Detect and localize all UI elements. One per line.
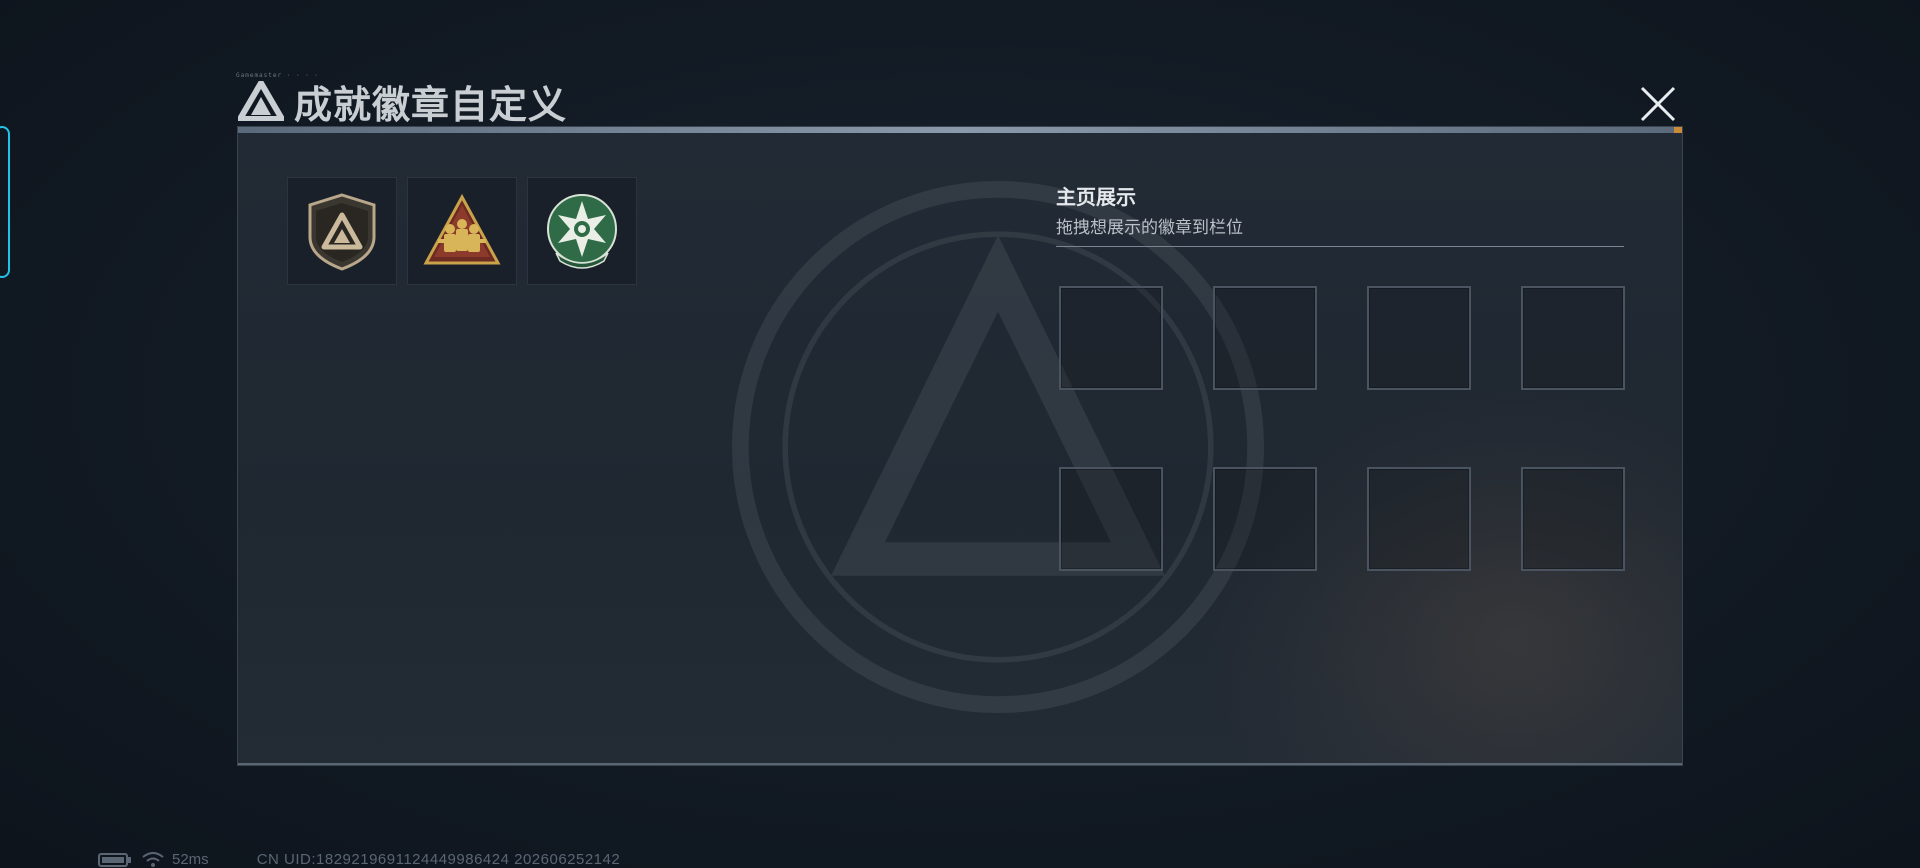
- green-star-icon: [547, 194, 617, 269]
- showcase-slot[interactable]: [1367, 467, 1471, 571]
- side-tab-indicator[interactable]: [0, 126, 10, 278]
- showcase-slot[interactable]: [1521, 467, 1625, 571]
- panel-bottom-line: [238, 763, 1682, 765]
- showcase-slot[interactable]: [1367, 286, 1471, 390]
- green-star-badge[interactable]: [527, 177, 637, 285]
- showcase-slot[interactable]: [1059, 286, 1163, 390]
- close-icon[interactable]: [1636, 84, 1680, 124]
- ping-readout: 52ms: [172, 851, 209, 868]
- wifi-icon: [142, 851, 164, 867]
- showcase-slot[interactable]: [1059, 467, 1163, 571]
- showcase-slot[interactable]: [1213, 286, 1317, 390]
- shield-triangle-icon: [308, 193, 376, 271]
- showcase-divider: [1056, 246, 1624, 247]
- emblem-watermark-icon: [732, 181, 1264, 713]
- squad-triangle-icon: [423, 193, 501, 265]
- badge-customize-panel: 主页展示 拖拽想展示的徽章到栏位: [237, 126, 1683, 766]
- shield-triangle-badge[interactable]: [287, 177, 397, 285]
- showcase-slot[interactable]: [1213, 467, 1317, 571]
- showcase-title: 主页展示: [1056, 187, 1136, 209]
- showcase-subtitle: 拖拽想展示的徽章到栏位: [1056, 218, 1243, 237]
- squad-triangle-badge[interactable]: [407, 177, 517, 285]
- uid-text: CN UID:1829219691124449986424 2026062521…: [256, 851, 621, 868]
- background-glow: [1202, 385, 1682, 765]
- dialog-title: 成就徽章自定义: [294, 84, 568, 127]
- dialog-header: 成就徽章自定义: [238, 78, 567, 127]
- battery-icon: [98, 852, 131, 867]
- panel-top-bar: [238, 127, 1682, 133]
- status-bar: 52ms CN UID:1829219691124449986424 20260…: [98, 851, 620, 868]
- showcase-slot[interactable]: [1521, 286, 1625, 390]
- triangle-logo-icon: [238, 81, 284, 121]
